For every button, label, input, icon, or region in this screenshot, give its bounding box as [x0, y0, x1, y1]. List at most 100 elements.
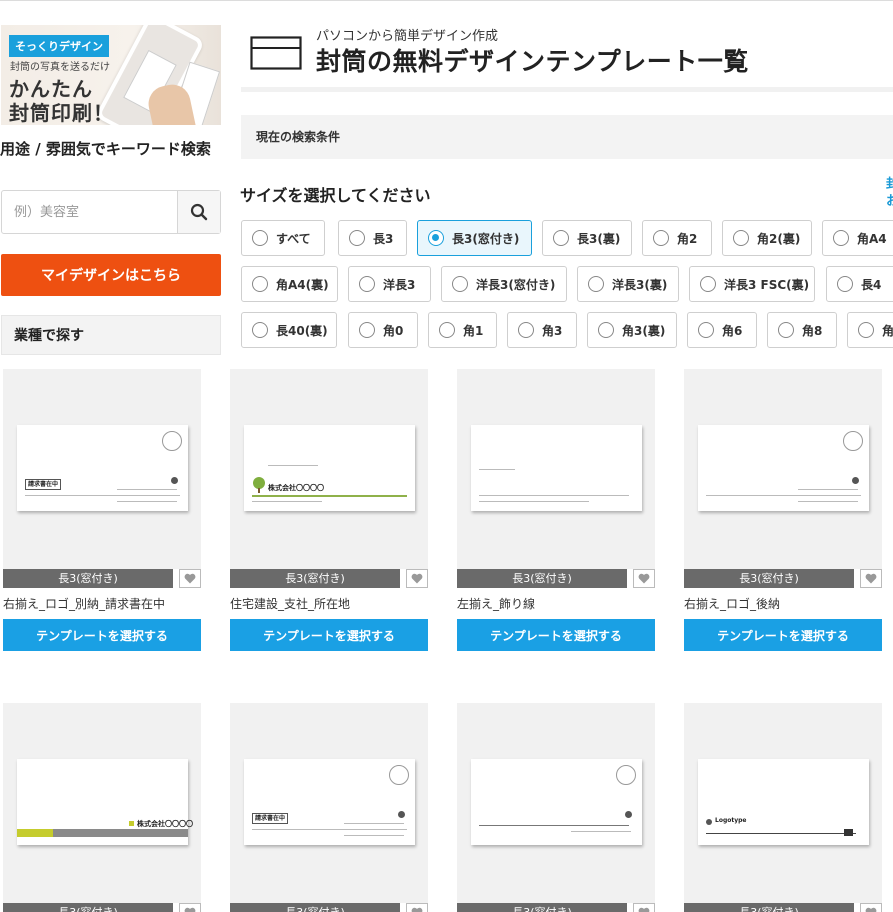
radio-unchecked-icon [252, 322, 268, 338]
size-option[interactable]: 角6 [687, 312, 757, 348]
size-option[interactable]: 洋長3(窓付き) [441, 266, 567, 302]
size-option[interactable]: 角1 [428, 312, 497, 348]
address-line [268, 465, 318, 466]
envelope-preview [471, 425, 642, 511]
card-tag-row: 長3(窓付き) [3, 569, 201, 588]
size-option[interactable]: 洋長3 FSC(裏) [689, 266, 815, 302]
favorite-button[interactable] [179, 903, 201, 912]
template-thumbnail[interactable]: 株式会社〇〇〇〇 [3, 703, 201, 903]
keyword-search-input[interactable] [2, 191, 178, 233]
size-option[interactable]: 角3(裏) [587, 312, 677, 348]
radio-unchecked-icon [518, 322, 534, 338]
side-link[interactable]: 封 お [886, 176, 893, 210]
size-tag: 長3(窓付き) [230, 903, 400, 912]
select-template-button[interactable]: テンプレートを選択する [684, 619, 882, 651]
keyword-search-title: 用途 / 雰囲気でキーワード検索 [0, 140, 211, 158]
grey-color-bar [53, 829, 188, 837]
select-template-button[interactable]: テンプレートを選択する [457, 619, 655, 651]
template-card: 長3(窓付き) [457, 703, 655, 912]
size-option[interactable]: 角 [847, 312, 893, 348]
radio-checked-icon [428, 230, 444, 246]
radio-unchecked-icon [252, 276, 268, 292]
size-option[interactable]: 角8 [767, 312, 837, 348]
address-line [798, 489, 858, 490]
size-select-title: サイズを選択してください [240, 186, 431, 205]
size-option-label: 洋長3 FSC(裏) [724, 277, 810, 292]
size-option[interactable]: 角A4(裏) [241, 266, 338, 302]
size-option[interactable]: 長3(裏) [542, 220, 632, 256]
select-template-button[interactable]: テンプレートを選択する [3, 619, 201, 651]
sokkuri-design-banner[interactable]: そっくりデザイン 封筒の写真を送るだけ かんたん 封筒印刷！ [1, 25, 221, 125]
size-option[interactable]: 長3(窓付き) [417, 220, 532, 256]
template-thumbnail[interactable] [457, 369, 655, 569]
favorite-button[interactable] [860, 903, 882, 912]
size-option[interactable]: 長40(裏) [241, 312, 337, 348]
size-option[interactable]: 長4 [826, 266, 893, 302]
favorite-button[interactable] [633, 569, 655, 588]
template-title[interactable]: 右揃え_ロゴ_別納_請求書在中 [3, 595, 201, 612]
logotype-text: Logotype [715, 817, 747, 824]
template-title[interactable]: 住宅建設_支社_所在地 [230, 595, 428, 612]
favorite-button[interactable] [179, 569, 201, 588]
template-thumbnail[interactable] [457, 703, 655, 903]
address-line [479, 501, 589, 502]
select-template-button[interactable]: テンプレートを選択する [230, 619, 428, 651]
template-thumbnail[interactable]: 株式会社〇〇〇〇 [230, 369, 428, 569]
size-option[interactable]: 角A4 [822, 220, 893, 256]
page-title: 封筒の無料デザインテンプレート一覧 [316, 47, 749, 76]
template-thumbnail[interactable]: Logotype [684, 703, 882, 903]
template-card: 請求書在中長3(窓付き) 右揃え_ロゴ_別納_請求書在中テンプレートを選択する [3, 369, 201, 651]
template-card: 株式会社〇〇〇〇 長3(窓付き) 住宅建設_支社_所在地テンプレートを選択する [230, 369, 428, 651]
radio-unchecked-icon [733, 230, 749, 246]
radio-unchecked-icon [252, 230, 268, 246]
heart-icon [411, 907, 423, 912]
radio-unchecked-icon [452, 276, 468, 292]
my-design-button[interactable]: マイデザインはこちら [1, 254, 221, 296]
radio-unchecked-icon [858, 322, 874, 338]
tree-logo-icon [253, 477, 265, 493]
favorite-button[interactable] [406, 903, 428, 912]
card-tag-row: 長3(窓付き) [230, 569, 428, 588]
envelope-preview: 請求書在中 [17, 425, 188, 511]
size-option[interactable]: 長3 [338, 220, 407, 256]
favorite-button[interactable] [860, 569, 882, 588]
radio-unchecked-icon [778, 322, 794, 338]
size-option-label: 角3(裏) [622, 323, 666, 338]
heart-icon [638, 907, 650, 912]
category-search-heading[interactable]: 業種で探す [1, 315, 221, 355]
card-tag-row: 長3(窓付き) [684, 569, 882, 588]
favorite-button[interactable] [633, 903, 655, 912]
template-title[interactable]: 右揃え_ロゴ_後納 [684, 595, 882, 612]
template-thumbnail[interactable]: 請求書在中 [3, 369, 201, 569]
address-line [252, 501, 322, 502]
size-tag: 長3(窓付き) [3, 569, 173, 588]
size-option[interactable]: すべて [241, 220, 325, 256]
template-title[interactable]: 左揃え_飾り線 [457, 595, 655, 612]
template-card: 株式会社〇〇〇〇長3(窓付き) [3, 703, 201, 912]
envelope-preview: 請求書在中 [244, 759, 415, 845]
template-thumbnail[interactable]: 請求書在中 [230, 703, 428, 903]
keyword-search-box [1, 190, 221, 234]
size-option[interactable]: 洋長3 [348, 266, 431, 302]
radio-unchecked-icon [439, 322, 455, 338]
search-button[interactable] [177, 191, 220, 233]
size-option[interactable]: 角3 [507, 312, 577, 348]
size-option-label: 角A4 [857, 231, 887, 246]
size-option[interactable]: 洋長3(裏) [577, 266, 679, 302]
favorite-button[interactable] [406, 569, 428, 588]
template-card: Logotype 長3(窓付き) [684, 703, 882, 912]
radio-unchecked-icon [588, 276, 604, 292]
address-line [117, 501, 177, 502]
size-option[interactable]: 角2 [642, 220, 712, 256]
address-line [344, 835, 404, 836]
address-line [571, 831, 631, 832]
size-option[interactable]: 角0 [348, 312, 418, 348]
invoice-enclosed-box: 請求書在中 [252, 813, 288, 824]
olive-color-bar [17, 829, 53, 837]
size-option[interactable]: 角2(裏) [722, 220, 812, 256]
template-thumbnail[interactable] [684, 369, 882, 569]
top-divider [0, 0, 893, 1]
postage-stamp-mark [843, 431, 863, 451]
postage-stamp-mark [616, 765, 636, 785]
radio-unchecked-icon [837, 276, 853, 292]
